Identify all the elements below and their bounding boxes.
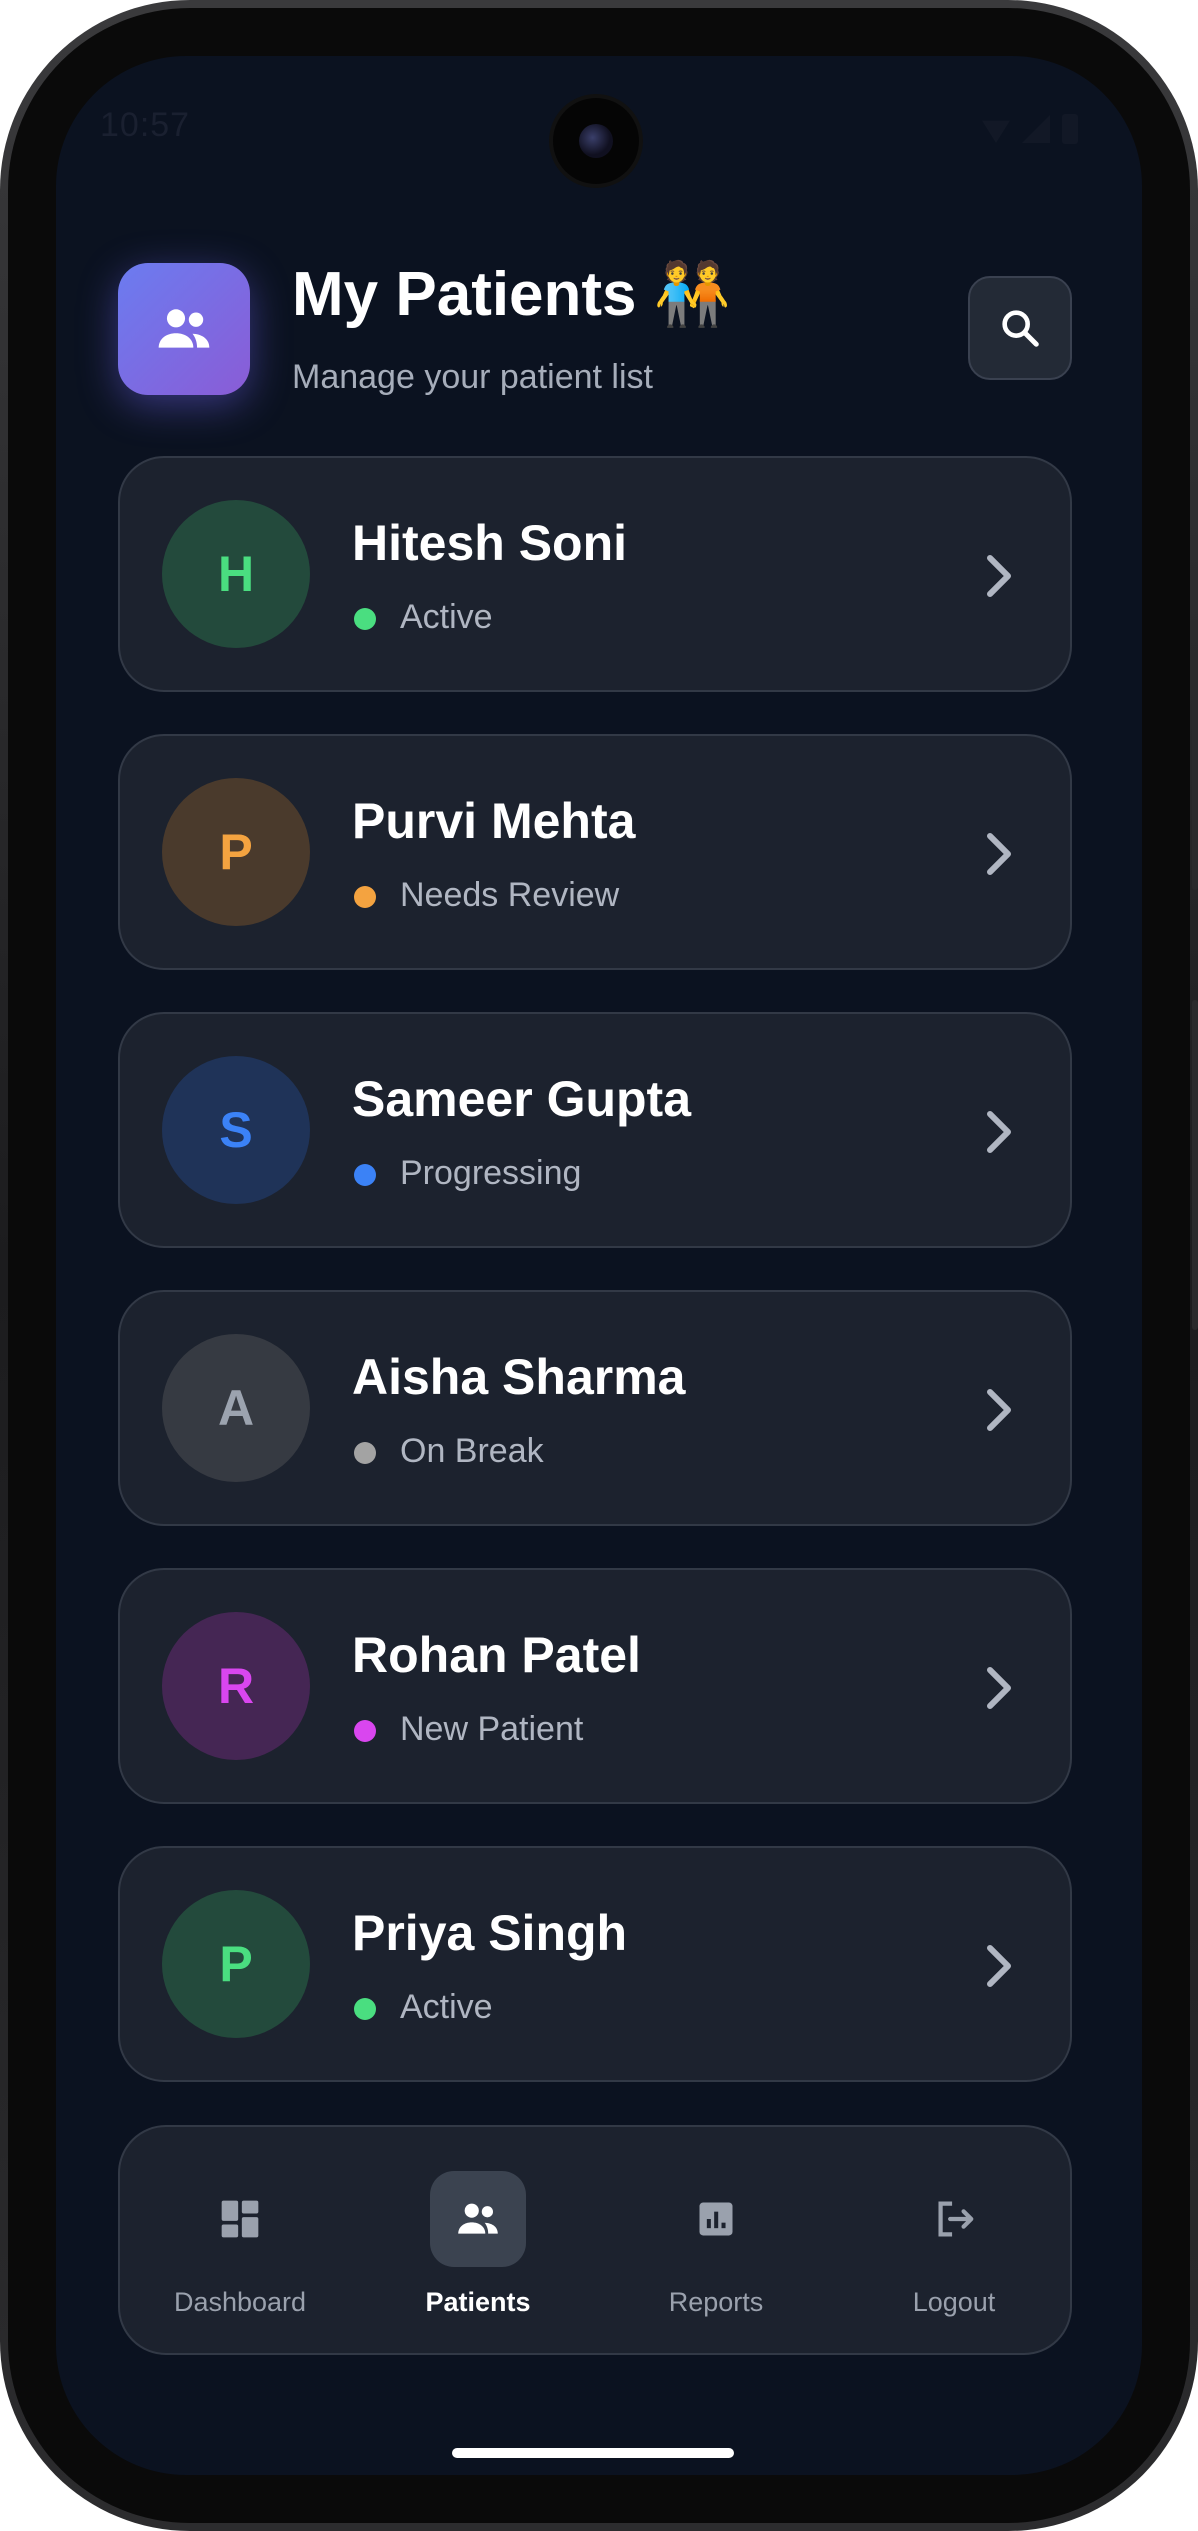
nav-label-patients: Patients: [425, 2287, 531, 2317]
nav-patients[interactable]: Patients: [358, 2127, 598, 2357]
chevron-right-icon: [974, 552, 1022, 600]
patients-icon: [430, 2171, 526, 2267]
patient-name: Aisha Sharma: [352, 1349, 686, 1405]
nav-dashboard[interactable]: Dashboard: [120, 2127, 360, 2357]
dashboard-icon: [192, 2171, 288, 2267]
battery-icon: [1062, 114, 1078, 144]
patient-avatar: P: [162, 1890, 310, 2038]
group-icon: [158, 309, 210, 348]
chevron-right-icon: [974, 1108, 1022, 1156]
patient-card[interactable]: R Rohan Patel New Patient: [118, 1568, 1072, 1804]
logout-icon: [906, 2171, 1002, 2267]
patient-card[interactable]: A Aisha Sharma On Break: [118, 1290, 1072, 1526]
chevron-right-icon: [974, 1664, 1022, 1712]
front-camera: [553, 98, 639, 184]
nav-label-reports: Reports: [668, 2287, 764, 2317]
status-time: 10:57: [100, 106, 191, 144]
status-dot: [354, 1720, 376, 1742]
patient-name: Hitesh Soni: [352, 515, 628, 571]
patient-status: Active: [400, 1988, 493, 2026]
signal-icon: [1022, 115, 1050, 143]
status-icons: [982, 114, 1078, 144]
patient-name: Sameer Gupta: [352, 1071, 692, 1127]
patient-status: New Patient: [400, 1710, 584, 1748]
chevron-right-icon: [974, 1386, 1022, 1434]
nav-logout[interactable]: Logout: [834, 2127, 1074, 2357]
patient-card[interactable]: S Sameer Gupta Progressing: [118, 1012, 1072, 1248]
patient-list[interactable]: H Hitesh Soni Active P Purvi Mehta Needs…: [118, 456, 1072, 2121]
search-button[interactable]: [968, 276, 1072, 380]
home-indicator[interactable]: [452, 2448, 734, 2458]
patients-group-icon: [118, 263, 250, 395]
status-dot: [354, 886, 376, 908]
nav-label-dashboard: Dashboard: [173, 2287, 307, 2317]
chevron-right-icon: [974, 830, 1022, 878]
reports-icon: [668, 2171, 764, 2267]
status-dot: [354, 1998, 376, 2020]
patient-avatar: A: [162, 1334, 310, 1482]
patient-status: On Break: [400, 1432, 544, 1470]
patient-avatar: H: [162, 500, 310, 648]
status-dot: [354, 1164, 376, 1186]
patient-name: Priya Singh: [352, 1905, 628, 1961]
page-subtitle: Manage your patient list: [292, 358, 653, 396]
chevron-right-icon: [974, 1942, 1022, 1990]
patient-avatar: R: [162, 1612, 310, 1760]
volume-button: [1192, 690, 1198, 890]
status-bar: 10:57: [56, 56, 1142, 186]
patient-card[interactable]: H Hitesh Soni Active: [118, 456, 1072, 692]
app-screen: 10:57 My Patients 🧑‍🤝‍🧑 Manage your pati…: [56, 56, 1142, 2475]
page-title: My Patients 🧑‍🤝‍🧑: [292, 260, 731, 329]
patient-avatar: S: [162, 1056, 310, 1204]
status-dot: [354, 608, 376, 630]
nav-reports[interactable]: Reports: [596, 2127, 836, 2357]
wifi-icon: [982, 120, 1010, 143]
patient-name: Rohan Patel: [352, 1627, 641, 1683]
patient-card[interactable]: P Priya Singh Active: [118, 1846, 1072, 2082]
patient-status: Needs Review: [400, 876, 620, 914]
power-button: [1192, 1000, 1198, 1330]
nav-label-logout: Logout: [912, 2287, 996, 2317]
patient-avatar: P: [162, 778, 310, 926]
patient-status: Active: [400, 598, 493, 636]
status-dot: [354, 1442, 376, 1464]
patient-status: Progressing: [400, 1154, 582, 1192]
patient-card[interactable]: P Purvi Mehta Needs Review: [118, 734, 1072, 970]
patient-name: Purvi Mehta: [352, 793, 636, 849]
search-icon: [1002, 310, 1039, 347]
bottom-navigation: Dashboard Patients Reports Logout: [118, 2125, 1072, 2355]
